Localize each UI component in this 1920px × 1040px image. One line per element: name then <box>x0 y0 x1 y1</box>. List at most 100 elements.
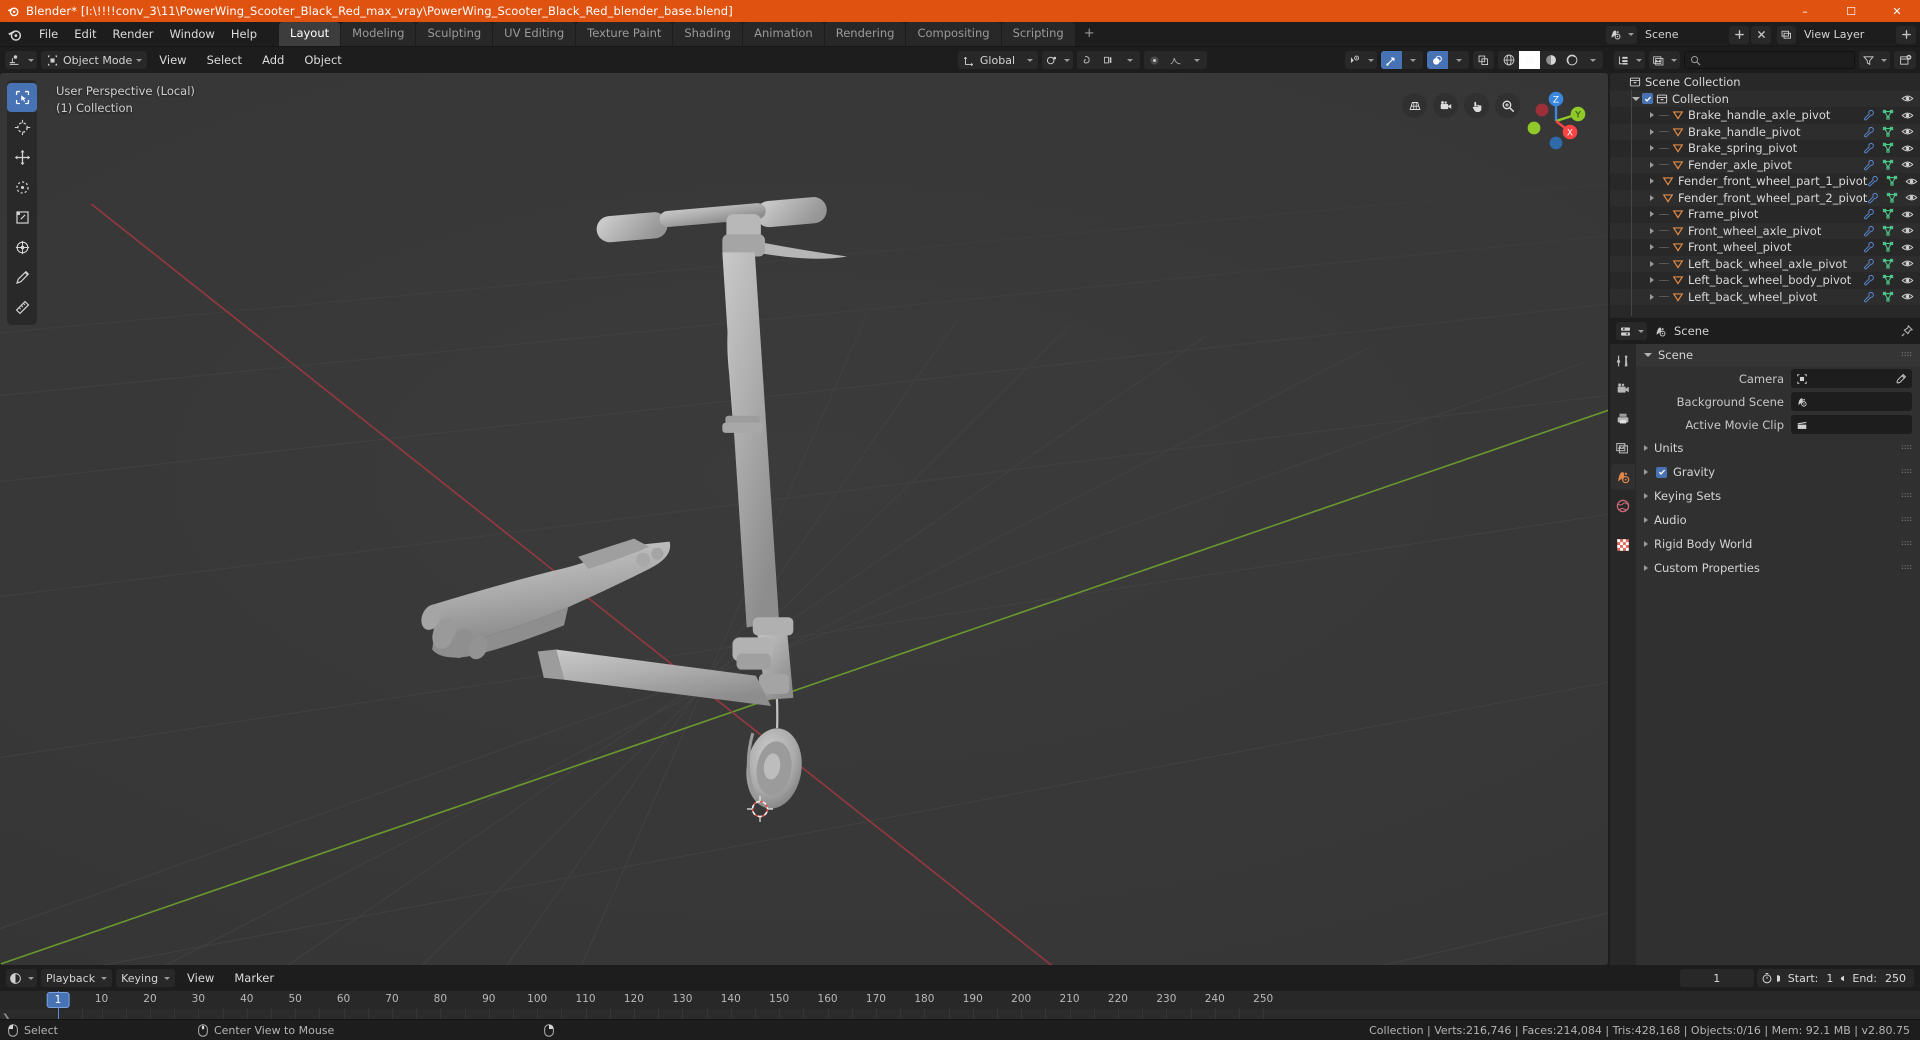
timeline-playhead-label[interactable]: 1 <box>46 992 70 1008</box>
panel-enable-checkbox[interactable] <box>1656 466 1667 478</box>
3d-viewport[interactable]: User Perspective (Local) (1) Collection <box>0 73 1608 965</box>
add-workspace-button[interactable]: + <box>1076 22 1103 46</box>
proportional-edit-toggle[interactable] <box>1144 51 1165 69</box>
blender-menu-icon[interactable] <box>6 26 23 43</box>
transform-orientation-selector[interactable]: Global <box>957 51 1038 69</box>
shading-chevron[interactable] <box>1582 51 1603 69</box>
modifier-icon[interactable] <box>1863 225 1875 237</box>
snap-chevron[interactable] <box>1119 51 1140 69</box>
tab-tool[interactable] <box>1611 348 1635 374</box>
visibility-eye-icon[interactable] <box>1901 290 1914 303</box>
modifier-icon[interactable] <box>1863 109 1875 121</box>
visibility-eye-icon[interactable] <box>1905 191 1918 204</box>
select-box-tool[interactable] <box>7 83 37 112</box>
visibility-eye-icon[interactable] <box>1901 142 1914 155</box>
timeline-menu-view[interactable]: View <box>179 968 222 988</box>
scene-name-field[interactable]: Scene <box>1639 25 1727 44</box>
outliner-row[interactable]: Fender_front_wheel_part_2_pivot <box>1610 189 1920 206</box>
mesh-data-icon[interactable] <box>1882 109 1894 121</box>
timeline-menu-playback[interactable]: Playback <box>41 969 113 987</box>
timeline-menu-marker[interactable]: Marker <box>226 968 282 988</box>
tab-modeling[interactable]: Modeling <box>341 22 416 46</box>
outliner-row[interactable]: Front_wheel_axle_pivot <box>1610 222 1920 239</box>
view-layer-browse-button[interactable] <box>1777 25 1796 44</box>
outliner-row[interactable]: Front_wheel_pivot <box>1610 239 1920 256</box>
collection-checkbox[interactable] <box>1642 93 1653 105</box>
camera-field[interactable] <box>1791 369 1912 388</box>
active-movie-clip-field[interactable] <box>1791 415 1912 434</box>
menu-render[interactable]: Render <box>105 24 162 44</box>
expand-right-icon[interactable] <box>1646 145 1658 152</box>
snap-toggle-button[interactable] <box>1077 51 1098 69</box>
outliner-row[interactable]: Fender_front_wheel_part_1_pivot <box>1610 173 1920 190</box>
camera-view-icon[interactable] <box>1433 93 1458 118</box>
eyedropper-icon[interactable] <box>1895 373 1907 385</box>
frame-end-field[interactable]: End: 250 <box>1844 969 1914 987</box>
current-frame-field[interactable]: 1 <box>1679 969 1754 987</box>
outliner-row[interactable]: Brake_handle_pivot <box>1610 123 1920 140</box>
visibility-eye-icon[interactable] <box>1901 158 1914 171</box>
close-button[interactable]: ✕ <box>1874 0 1920 22</box>
pan-view-icon[interactable] <box>1464 93 1489 118</box>
tab-layout[interactable]: Layout <box>279 22 341 46</box>
outliner-row[interactable]: Left_back_wheel_pivot <box>1610 288 1920 305</box>
pin-icon[interactable] <box>1900 324 1914 338</box>
mesh-data-icon[interactable] <box>1886 192 1898 204</box>
tab-scene[interactable] <box>1611 464 1635 490</box>
modifier-icon[interactable] <box>1863 274 1875 286</box>
visibility-eye-icon[interactable] <box>1901 92 1914 105</box>
gizmo-chevron[interactable] <box>1402 51 1423 69</box>
transform-tool[interactable] <box>7 233 37 262</box>
panel-header[interactable]: Keying Sets <box>1636 485 1920 507</box>
falloff-chevron[interactable] <box>1186 51 1207 69</box>
outliner-row[interactable]: Fender_axle_pivot <box>1610 156 1920 173</box>
tab-compositing[interactable]: Compositing <box>906 22 1001 46</box>
outliner-editor-type-button[interactable] <box>1614 51 1645 69</box>
outliner-row[interactable]: Left_back_wheel_axle_pivot <box>1610 255 1920 272</box>
modifier-icon[interactable] <box>1863 159 1875 171</box>
visibility-eye-icon[interactable] <box>1901 224 1914 237</box>
menu-file[interactable]: File <box>31 24 66 44</box>
modifier-icon[interactable] <box>1863 142 1875 154</box>
zoom-view-icon[interactable] <box>1495 93 1520 118</box>
view-layer-name-field[interactable]: View Layer <box>1798 25 1894 44</box>
minimize-button[interactable]: – <box>1782 0 1828 22</box>
new-scene-button[interactable] <box>1729 25 1749 44</box>
editor-type-button[interactable] <box>5 51 37 69</box>
outliner-filter-button[interactable] <box>1859 51 1890 69</box>
outliner-editor[interactable]: Scene Collection Collection Brake_handle_a… <box>1610 73 1920 318</box>
modifier-icon[interactable] <box>1867 175 1879 187</box>
viewport-menu-object[interactable]: Object <box>296 50 349 70</box>
tab-uv-editing[interactable]: UV Editing <box>493 22 576 46</box>
mesh-data-icon[interactable] <box>1886 175 1898 187</box>
visibility-eye-icon[interactable] <box>1905 175 1918 188</box>
tab-view-layer[interactable] <box>1611 435 1635 461</box>
interaction-mode-selector[interactable]: Object Mode <box>41 51 148 69</box>
visibility-eye-icon[interactable] <box>1901 109 1914 122</box>
move-tool[interactable] <box>7 143 37 172</box>
visibility-eye-icon[interactable] <box>1901 241 1914 254</box>
properties-editor-type-button[interactable] <box>1616 322 1647 340</box>
cursor-tool[interactable] <box>7 113 37 142</box>
modifier-icon[interactable] <box>1863 208 1875 220</box>
modifier-icon[interactable] <box>1867 192 1879 204</box>
shading-material-button[interactable] <box>1540 51 1561 69</box>
visibility-eye-icon[interactable] <box>1901 125 1914 138</box>
mesh-data-icon[interactable] <box>1882 241 1894 253</box>
mesh-data-icon[interactable] <box>1882 258 1894 270</box>
expand-right-icon[interactable] <box>1644 493 1648 499</box>
modifier-icon[interactable] <box>1863 291 1875 303</box>
frame-start-field[interactable]: Start: 1 <box>1779 969 1842 987</box>
tab-world[interactable] <box>1611 493 1635 519</box>
timeline-editor-type-button[interactable] <box>6 969 37 987</box>
unlink-scene-button[interactable] <box>1751 25 1771 44</box>
modifier-icon[interactable] <box>1863 126 1875 138</box>
viewport-menu-view[interactable]: View <box>151 50 194 70</box>
outliner-search-input[interactable] <box>1684 51 1855 69</box>
tab-texture-paint[interactable]: Texture Paint <box>576 22 673 46</box>
background-scene-field[interactable] <box>1791 392 1912 411</box>
expand-right-icon[interactable] <box>1646 260 1658 267</box>
new-collection-button[interactable] <box>1894 51 1916 69</box>
outliner-row[interactable]: Collection <box>1610 90 1920 107</box>
timeline-ruler[interactable]: 10 20 30 40 50 60 70 80 90 100 110 120 130 140 150 160 1… <box>0 991 1920 1009</box>
